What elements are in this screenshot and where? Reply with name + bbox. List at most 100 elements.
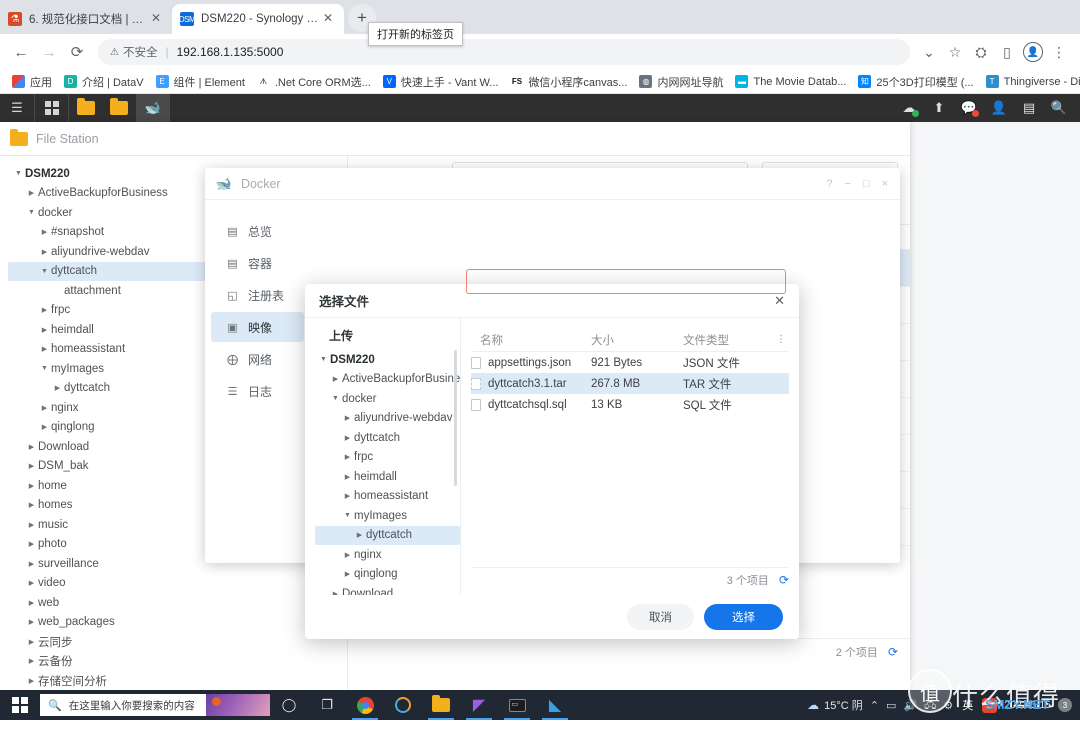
not-secure-badge[interactable]: ⚠ 不安全 — [110, 44, 157, 60]
tree-item-nginx[interactable]: nginx — [315, 545, 460, 565]
select-button[interactable]: 选择 — [704, 604, 783, 630]
close-icon[interactable]: × — [882, 178, 888, 190]
file-row[interactable]: dyttcatch3.1.tar267.8 MBTAR 文件 — [471, 373, 789, 394]
more-icon[interactable]: ⋮ — [1046, 39, 1072, 65]
start-button[interactable] — [0, 690, 40, 720]
weather-widget[interactable]: ☁ 15°C 阴 — [807, 697, 863, 713]
taskbar-app-explorer[interactable] — [422, 690, 460, 720]
tree-scrollbar[interactable] — [454, 350, 457, 486]
dialog-folder-tree[interactable]: 上传 DSM220ActiveBackupforBusinesdockerali… — [305, 318, 461, 595]
tree-item-dyttcatch[interactable]: dyttcatch — [315, 428, 460, 448]
upload-icon[interactable]: ⬆ — [924, 94, 954, 122]
docker-menu-registry[interactable]: ◱注册表 — [211, 280, 304, 310]
back-icon[interactable]: ← — [8, 39, 34, 65]
tree-item-video[interactable]: video — [8, 574, 347, 594]
caret-right-icon[interactable] — [25, 540, 38, 548]
caret-right-icon[interactable] — [25, 462, 38, 470]
bookmark-orm[interactable]: ᗑ .Net Core ORM选... — [251, 72, 377, 92]
tree-item-heimdall[interactable]: heimdall — [315, 467, 460, 487]
caret-right-icon[interactable] — [38, 423, 51, 431]
caret-right-icon[interactable] — [25, 189, 38, 197]
caret-right-icon[interactable] — [38, 306, 51, 314]
docker-menu-image[interactable]: ▣映像 — [211, 312, 304, 342]
caret-right-icon[interactable] — [38, 345, 51, 353]
tree-item-frpc[interactable]: frpc — [315, 448, 460, 468]
widgets-icon[interactable]: ▤ — [1014, 94, 1044, 122]
caret-right-icon[interactable] — [25, 560, 38, 568]
caret-right-icon[interactable] — [25, 638, 38, 646]
close-icon[interactable]: ✕ — [320, 11, 336, 27]
docker-menu-container[interactable]: ▤容器 — [211, 248, 304, 278]
taskbar-app-terminal[interactable]: ▭ — [498, 690, 536, 720]
caret-right-icon[interactable] — [341, 473, 354, 481]
profile-icon[interactable]: 👤 — [1020, 39, 1046, 65]
star-icon[interactable]: ☆ — [942, 39, 968, 65]
docker-menu-network[interactable]: ⨁网络 — [211, 344, 304, 374]
chevron-up-icon[interactable]: ⌃ — [870, 699, 879, 712]
tree-item--[interactable]: 存储空间分析 — [8, 671, 347, 690]
sidepanel-icon[interactable]: ▯ — [994, 39, 1020, 65]
tree-item-homeassistant[interactable]: homeassistant — [315, 487, 460, 507]
caret-down-icon[interactable] — [12, 170, 25, 177]
caret-right-icon[interactable] — [25, 599, 38, 607]
tree-item-dsm220[interactable]: DSM220 — [315, 350, 460, 370]
tree-item-qinglong[interactable]: qinglong — [315, 565, 460, 585]
taskbar-app-circleloop[interactable] — [384, 690, 422, 720]
file-row[interactable]: dyttcatchsql.sql13 KBSQL 文件 — [471, 394, 789, 415]
taskbar-search-input[interactable]: 🔍 在这里输入你要搜索的内容 — [40, 694, 270, 716]
column-header-type[interactable]: 文件类型 — [683, 332, 773, 348]
refresh-icon[interactable]: ⟳ — [888, 645, 898, 659]
bookmark-tmdb[interactable]: ▬ The Movie Datab... — [729, 73, 852, 90]
tree-item-docker[interactable]: docker — [315, 389, 460, 409]
tree-item--[interactable]: 云同步 — [8, 632, 347, 652]
docker-menu-log[interactable]: ☰日志 — [211, 376, 304, 406]
caret-right-icon[interactable] — [341, 434, 354, 442]
dsm-task-docker[interactable]: 🐋 — [136, 94, 170, 122]
tree-item-download[interactable]: Download — [315, 584, 460, 595]
dsm-menu-button[interactable]: ☰ — [0, 94, 34, 122]
taskbar-app-vscode[interactable]: ◣ — [536, 690, 574, 720]
caret-right-icon[interactable] — [25, 482, 38, 490]
tree-item--[interactable]: 云备份 — [8, 652, 347, 672]
caret-right-icon[interactable] — [341, 453, 354, 461]
taskbar-app-chrome[interactable] — [346, 690, 384, 720]
bookmark-thingiverse[interactable]: T Thingiverse - Digi... — [980, 73, 1080, 90]
help-icon[interactable]: ? — [826, 178, 832, 190]
cloud-sync-icon[interactable]: ☁ — [894, 94, 924, 122]
dsm-task-filestation-1[interactable] — [68, 94, 102, 122]
dsm-apps-button[interactable] — [34, 94, 68, 122]
extensions-icon[interactable]: ⛭ — [968, 39, 994, 65]
caret-right-icon[interactable] — [38, 326, 51, 334]
caret-right-icon[interactable] — [25, 501, 38, 509]
caret-right-icon[interactable] — [25, 579, 38, 587]
caret-down-icon[interactable] — [341, 512, 354, 519]
cortana-icon[interactable]: ◯ — [270, 690, 308, 720]
bookmark-intranet-nav[interactable]: ◍ 内网网址导航 — [633, 72, 729, 92]
caret-down-icon[interactable] — [317, 356, 330, 363]
user-icon[interactable]: 👤 — [984, 94, 1014, 122]
caret-right-icon[interactable] — [38, 248, 51, 256]
address-bar[interactable]: ⚠ 不安全 | 192.168.1.135:5000 — [98, 39, 910, 65]
browser-tab-2[interactable]: DSM DSM220 - Synology NAS ✕ — [172, 4, 344, 34]
bookmark-vant[interactable]: V 快速上手 - Vant W... — [377, 72, 505, 92]
bookmark-apps[interactable]: 应用 — [6, 72, 58, 92]
file-row[interactable]: appsettings.json921 BytesJSON 文件 — [471, 352, 789, 373]
close-icon[interactable]: ✕ — [148, 11, 164, 27]
caret-right-icon[interactable] — [341, 492, 354, 500]
tree-item-aliyundrive-webdav[interactable]: aliyundrive-webdav — [315, 409, 460, 429]
bookmark-wechat-canvas[interactable]: FS 微信小程序canvas... — [504, 72, 633, 92]
caret-right-icon[interactable] — [25, 677, 38, 685]
caret-right-icon[interactable] — [353, 531, 366, 539]
caret-right-icon[interactable] — [329, 375, 342, 383]
caret-right-icon[interactable] — [38, 404, 51, 412]
caret-right-icon[interactable] — [341, 414, 354, 422]
minimize-icon[interactable]: − — [844, 178, 850, 190]
column-header-name[interactable]: 名称 — [471, 332, 591, 348]
reload-icon[interactable]: ⟳ — [64, 39, 90, 65]
cancel-button[interactable]: 取消 — [627, 604, 694, 630]
docker-titlebar[interactable]: 🐋 Docker ? − □ × — [205, 168, 900, 200]
browser-tab-1[interactable]: 6. 规范化接口文档 | Furion ✕ — [0, 4, 172, 34]
caret-down-icon[interactable] — [38, 268, 51, 275]
column-menu-icon[interactable]: ⋮ — [773, 334, 789, 345]
tree-item-activebackupforbusines[interactable]: ActiveBackupforBusines — [315, 370, 460, 390]
